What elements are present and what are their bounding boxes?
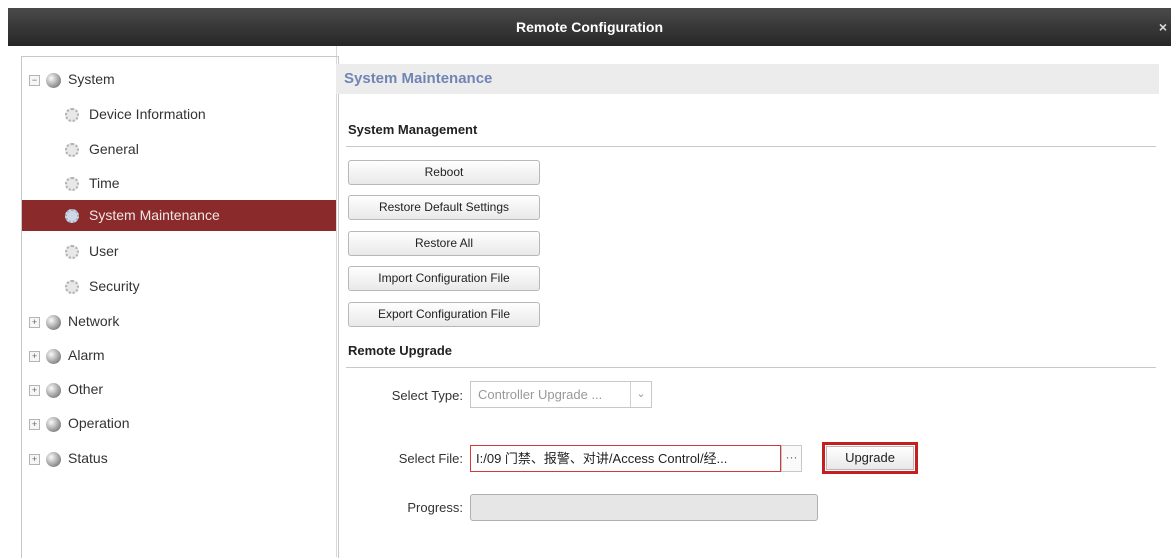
sidebar-item-label: Other [68, 381, 104, 397]
sidebar-item-time[interactable]: Time [65, 168, 120, 198]
page-title: System Maintenance [336, 64, 1159, 94]
sidebar-item-label: Status [68, 450, 108, 466]
import-configuration-file-button[interactable]: Import Configuration File [348, 266, 540, 291]
gear-icon [65, 143, 79, 158]
sidebar-item-system-maintenance[interactable]: System Maintenance [65, 200, 220, 230]
expand-icon[interactable]: + [29, 384, 40, 396]
chevron-down-icon[interactable]: ⌄ [630, 382, 651, 407]
window-title: Remote Configuration [516, 19, 663, 35]
select-type-value: Controller Upgrade ... [478, 387, 603, 402]
sidebar-item-general[interactable]: General [65, 134, 139, 164]
sidebar-item-label: System Maintenance [89, 207, 220, 223]
select-file-field[interactable]: I:/09 门禁、报警、对讲/Access Control/经... [470, 445, 781, 472]
progress-label: Progress: [407, 500, 463, 515]
gear-icon [65, 108, 79, 123]
select-type-dropdown[interactable]: Controller Upgrade ... ⌄ [470, 381, 652, 408]
globe-icon [46, 382, 61, 398]
expand-icon[interactable]: + [29, 418, 40, 430]
sidebar-item-label: Operation [68, 415, 130, 431]
sidebar-item-label: User [89, 243, 119, 259]
expand-icon[interactable]: + [29, 453, 40, 465]
expand-icon[interactable]: + [29, 350, 40, 362]
sidebar-item-device-information[interactable]: Device Information [65, 99, 206, 129]
sidebar-item-label: Network [68, 313, 120, 329]
restore-default-settings-button[interactable]: Restore Default Settings [348, 195, 540, 220]
sidebar-item-security[interactable]: Security [65, 271, 140, 301]
sidebar-item-label: System [68, 71, 115, 87]
gear-icon [65, 245, 79, 260]
globe-icon [46, 348, 61, 364]
gear-icon [65, 209, 79, 224]
globe-icon [46, 314, 61, 330]
close-icon[interactable]: × [1159, 8, 1167, 46]
export-configuration-file-button[interactable]: Export Configuration File [348, 302, 540, 327]
sidebar-item-status[interactable]: + Status [29, 443, 108, 473]
collapse-icon[interactable]: − [29, 74, 40, 86]
sidebar-item-operation[interactable]: + Operation [29, 408, 129, 438]
upgrade-button[interactable]: Upgrade [826, 446, 914, 470]
sidebar-item-label: Alarm [68, 347, 105, 363]
sidebar-item-label: Security [89, 278, 140, 294]
section-title-remote-upgrade: Remote Upgrade [348, 343, 453, 358]
sidebar-item-label: General [89, 141, 139, 157]
select-file-label: Select File: [398, 451, 463, 466]
select-type-label: Select Type: [391, 388, 463, 403]
expand-icon[interactable]: + [29, 316, 40, 328]
sidebar-item-system[interactable]: − System [29, 64, 115, 94]
globe-icon [46, 451, 61, 467]
divider [346, 367, 1156, 368]
progress-bar [470, 494, 818, 521]
reboot-button[interactable]: Reboot [348, 160, 540, 185]
sidebar-item-label: Time [89, 175, 120, 191]
sidebar-item-other[interactable]: + Other [29, 374, 103, 404]
select-file-value: I:/09 门禁、报警、对讲/Access Control/经... [476, 451, 728, 466]
section-title-system-management: System Management [348, 122, 478, 137]
browse-button[interactable]: ··· [781, 445, 802, 472]
sidebar-item-network[interactable]: + Network [29, 306, 119, 336]
gear-icon [65, 280, 79, 295]
sidebar-item-user[interactable]: User [65, 236, 119, 266]
sidebar-item-alarm[interactable]: + Alarm [29, 340, 105, 370]
sidebar-item-system-maintenance-highlight[interactable]: System Maintenance [22, 200, 336, 231]
restore-all-button[interactable]: Restore All [348, 231, 540, 256]
sidebar-item-label: Device Information [89, 106, 206, 122]
globe-icon [46, 72, 61, 88]
divider [346, 146, 1156, 147]
window-title-bar: Remote Configuration × [8, 8, 1171, 46]
gear-icon [65, 177, 79, 192]
globe-icon [46, 416, 61, 432]
